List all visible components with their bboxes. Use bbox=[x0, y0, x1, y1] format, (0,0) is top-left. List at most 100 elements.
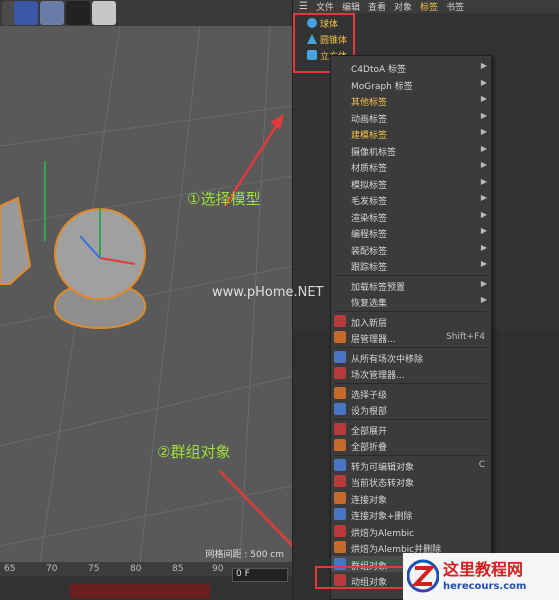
menu-item-label: 模拟标签 bbox=[351, 180, 388, 191]
menu-separator bbox=[335, 346, 487, 348]
menu-item-label: 其他标签 bbox=[351, 98, 388, 108]
menu-item-icon bbox=[334, 508, 346, 520]
tick-label: 90 bbox=[212, 564, 224, 574]
viewport-toolbar bbox=[0, 0, 292, 26]
submenu-arrow-icon: ▶ bbox=[480, 176, 487, 186]
menu-item-icon bbox=[334, 541, 346, 553]
context-menu-item[interactable]: 材质标签 ▶ bbox=[331, 158, 491, 174]
watermark: www.pHome.NET bbox=[212, 285, 324, 300]
submenu-arrow-icon: ▶ bbox=[480, 143, 487, 153]
menu-item-label: 材质标签 bbox=[351, 164, 388, 174]
context-menu-item[interactable]: 编程标签 ▶ bbox=[331, 224, 491, 240]
context-menu-item[interactable]: 从所有场次中移除 bbox=[331, 349, 491, 365]
context-menu-item[interactable]: 全部折叠 bbox=[331, 437, 491, 453]
menu-item-label: 跟踪标签 bbox=[351, 263, 388, 273]
menu-item-label: 全部展开 bbox=[351, 426, 388, 437]
context-menu-item[interactable]: 毛发标签 ▶ bbox=[331, 191, 491, 207]
context-menu-item[interactable]: 渲染标签 ▶ bbox=[331, 208, 491, 224]
menu-item-label: C4DtoA 标签 bbox=[351, 65, 406, 75]
menu-separator bbox=[335, 310, 487, 312]
cube-object bbox=[0, 196, 32, 285]
light-icon[interactable] bbox=[92, 1, 116, 25]
logo-title: 这里教程网 bbox=[443, 560, 524, 579]
context-menu-item[interactable]: 设为根部 bbox=[331, 401, 491, 417]
deformer-icon[interactable] bbox=[14, 1, 38, 25]
context-menu-item[interactable]: 恢复选集 ▶ bbox=[331, 293, 491, 309]
submenu-arrow-icon: ▶ bbox=[480, 242, 487, 252]
scene-icon[interactable] bbox=[40, 1, 64, 25]
context-menu-item[interactable]: 烘焙为Alembic bbox=[331, 523, 491, 539]
context-menu-item[interactable]: 加载标签预置 ▶ bbox=[331, 277, 491, 293]
menu-edit[interactable]: 编辑 bbox=[342, 0, 360, 13]
tick-label: 75 bbox=[88, 564, 100, 574]
context-menu-item[interactable]: 全部展开 bbox=[331, 421, 491, 437]
context-menu-item[interactable]: 转为可编辑对象 C bbox=[331, 457, 491, 473]
tick-label: 80 bbox=[130, 564, 142, 574]
site-logo: 这里教程网 herecours.com bbox=[403, 553, 559, 600]
context-menu-item[interactable]: 连接对象+删除 bbox=[331, 506, 491, 522]
submenu-arrow-icon: ▶ bbox=[480, 61, 487, 70]
menu-separator bbox=[335, 382, 487, 384]
context-menu-item[interactable]: C4DtoA 标签 ▶ bbox=[331, 59, 491, 75]
logo-url: herecours.com bbox=[443, 581, 527, 592]
menu-item-label: 装配标签 bbox=[351, 246, 388, 257]
menu-item-label: 恢复选集 bbox=[351, 299, 388, 309]
menu-item-icon bbox=[334, 439, 346, 451]
menu-separator bbox=[335, 418, 487, 420]
menu-item-label: 摄像机标签 bbox=[351, 147, 397, 158]
object-tags[interactable] bbox=[353, 18, 393, 28]
logo-icon bbox=[407, 559, 439, 593]
menu-item-label: 场次管理器... bbox=[351, 371, 405, 381]
menu-item-label: 层管理器... bbox=[351, 335, 396, 345]
camera-icon[interactable] bbox=[66, 1, 90, 25]
menu-item-icon bbox=[334, 386, 346, 399]
submenu-arrow-icon: ▶ bbox=[480, 209, 487, 219]
menu-item-icon bbox=[334, 367, 346, 379]
tick-label: 85 bbox=[172, 564, 184, 574]
menu-item-label: 设为根部 bbox=[351, 407, 388, 417]
context-menu-item[interactable]: 当前状态转对象 bbox=[331, 473, 491, 489]
context-menu-item[interactable]: 选择子级 bbox=[331, 385, 491, 401]
tick-label: 70 bbox=[46, 564, 58, 574]
menu-item-label: 连接对象 bbox=[351, 495, 388, 506]
context-menu-item[interactable]: 动画标签 ▶ bbox=[331, 109, 491, 125]
menu-item-icon bbox=[334, 524, 346, 537]
menu-separator bbox=[335, 454, 487, 456]
submenu-arrow-icon: ▶ bbox=[480, 278, 487, 288]
context-menu-item[interactable]: 连接对象 bbox=[331, 490, 491, 506]
menu-item-label: 动画标签 bbox=[351, 114, 388, 125]
menu-item-label: 毛发标签 bbox=[351, 197, 388, 207]
context-menu-item[interactable]: 建模标签 ▶ bbox=[331, 125, 491, 141]
menu-item-label: 加载标签预置 bbox=[351, 282, 406, 293]
context-menu-item[interactable]: 模拟标签 ▶ bbox=[331, 175, 491, 191]
menu-bookmarks[interactable]: 书签 bbox=[446, 0, 464, 13]
context-menu-item[interactable]: 层管理器... Shift+F4 bbox=[331, 329, 491, 345]
tick-label: 65 bbox=[4, 564, 16, 574]
menu-separator bbox=[335, 274, 487, 276]
menu-tags[interactable]: 标签 bbox=[420, 0, 438, 13]
context-menu-item[interactable]: 场次管理器... bbox=[331, 365, 491, 381]
context-menu-item[interactable]: 加入新层 bbox=[331, 313, 491, 329]
menu-item-label: 加入新层 bbox=[351, 318, 388, 329]
annotation-group-objects: ②群组对象 bbox=[157, 443, 231, 461]
menu-item-icon bbox=[334, 422, 346, 435]
context-menu-item[interactable]: 跟踪标签 ▶ bbox=[331, 257, 491, 273]
context-menu-item[interactable]: 装配标签 ▶ bbox=[331, 241, 491, 257]
menu-object[interactable]: 对象 bbox=[394, 0, 412, 13]
context-menu-item[interactable]: 摄像机标签 ▶ bbox=[331, 142, 491, 158]
context-menu-item[interactable]: 其他标签 ▶ bbox=[331, 92, 491, 108]
menu-item-label: 转为可编辑对象 bbox=[351, 462, 415, 473]
frame-input[interactable]: 0 F bbox=[232, 568, 288, 582]
object-tags[interactable] bbox=[353, 34, 393, 44]
menu-view[interactable]: 查看 bbox=[368, 0, 386, 13]
timeline[interactable]: 65 70 75 80 85 90 0 F bbox=[0, 562, 292, 600]
menu-icon[interactable]: ☰ bbox=[299, 1, 308, 12]
menu-item-label: 全部折叠 bbox=[351, 443, 388, 453]
menu-item-label: 选择子级 bbox=[351, 390, 388, 401]
context-menu-item[interactable]: MoGraph 标签 ▶ bbox=[331, 76, 491, 92]
playback-controls[interactable] bbox=[70, 584, 210, 598]
menu-file[interactable]: 文件 bbox=[316, 0, 334, 13]
submenu-arrow-icon: ▶ bbox=[480, 259, 487, 268]
menu-item-icon bbox=[334, 403, 346, 415]
menu-item-icon bbox=[334, 331, 346, 343]
